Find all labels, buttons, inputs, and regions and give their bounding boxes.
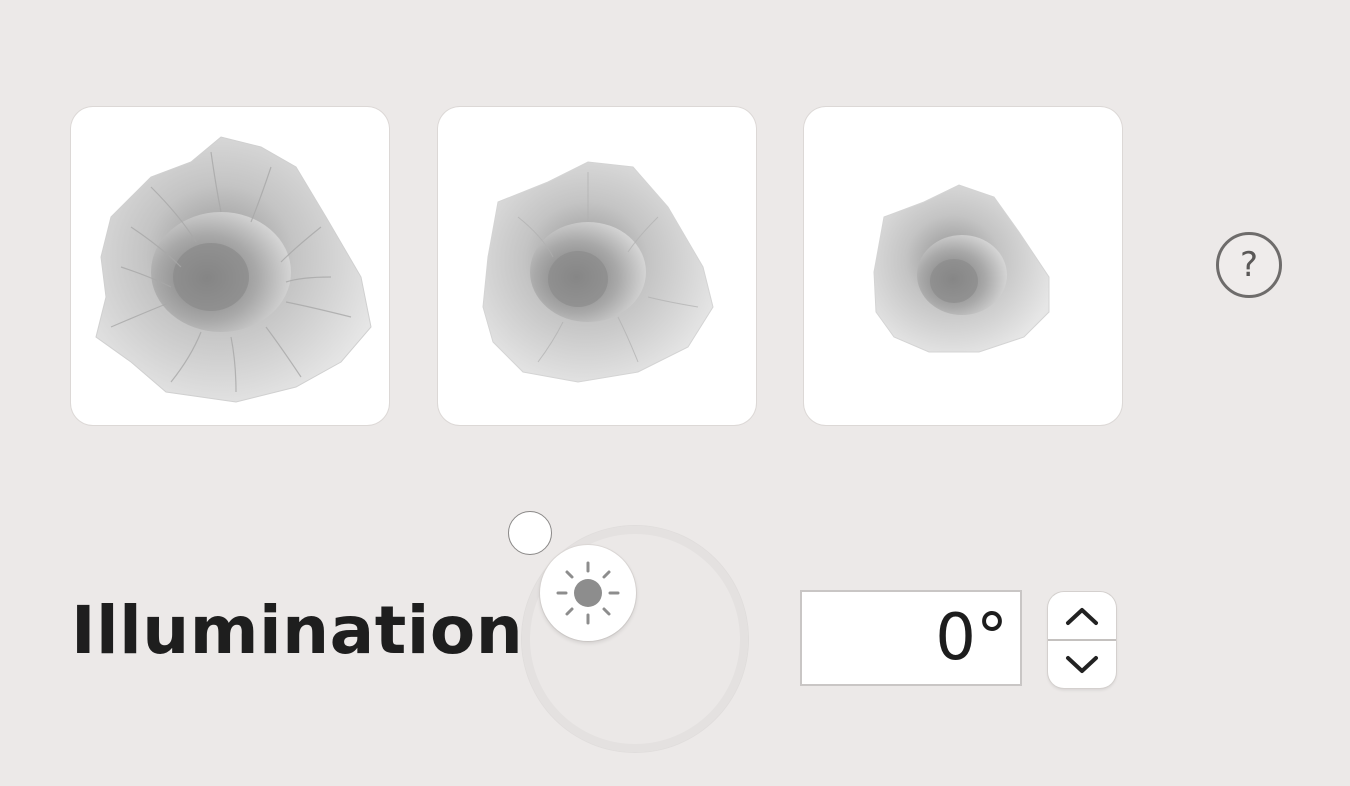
- illumination-angle-field[interactable]: 0°: [800, 590, 1022, 686]
- illumination-label: Illumination: [71, 592, 524, 669]
- chevron-down-icon: [1066, 655, 1098, 673]
- help-button[interactable]: ?: [1216, 232, 1282, 298]
- chevron-up-icon: [1066, 607, 1098, 625]
- stepper-down-button[interactable]: [1048, 641, 1116, 688]
- terrain-shading-detailed-icon: [95, 136, 372, 403]
- shading-preset-medium[interactable]: [438, 107, 756, 425]
- terrain-shading-medium-icon: [482, 161, 714, 383]
- stepper-up-button[interactable]: [1048, 592, 1116, 639]
- help-icon: ?: [1239, 245, 1259, 285]
- illumination-stepper[interactable]: [1048, 592, 1116, 688]
- shading-preset-detailed[interactable]: [71, 107, 389, 425]
- terrain-shading-low-icon: [873, 184, 1050, 353]
- shading-preset-low[interactable]: [804, 107, 1122, 425]
- sun-button[interactable]: [540, 545, 636, 641]
- sun-icon: [556, 561, 620, 625]
